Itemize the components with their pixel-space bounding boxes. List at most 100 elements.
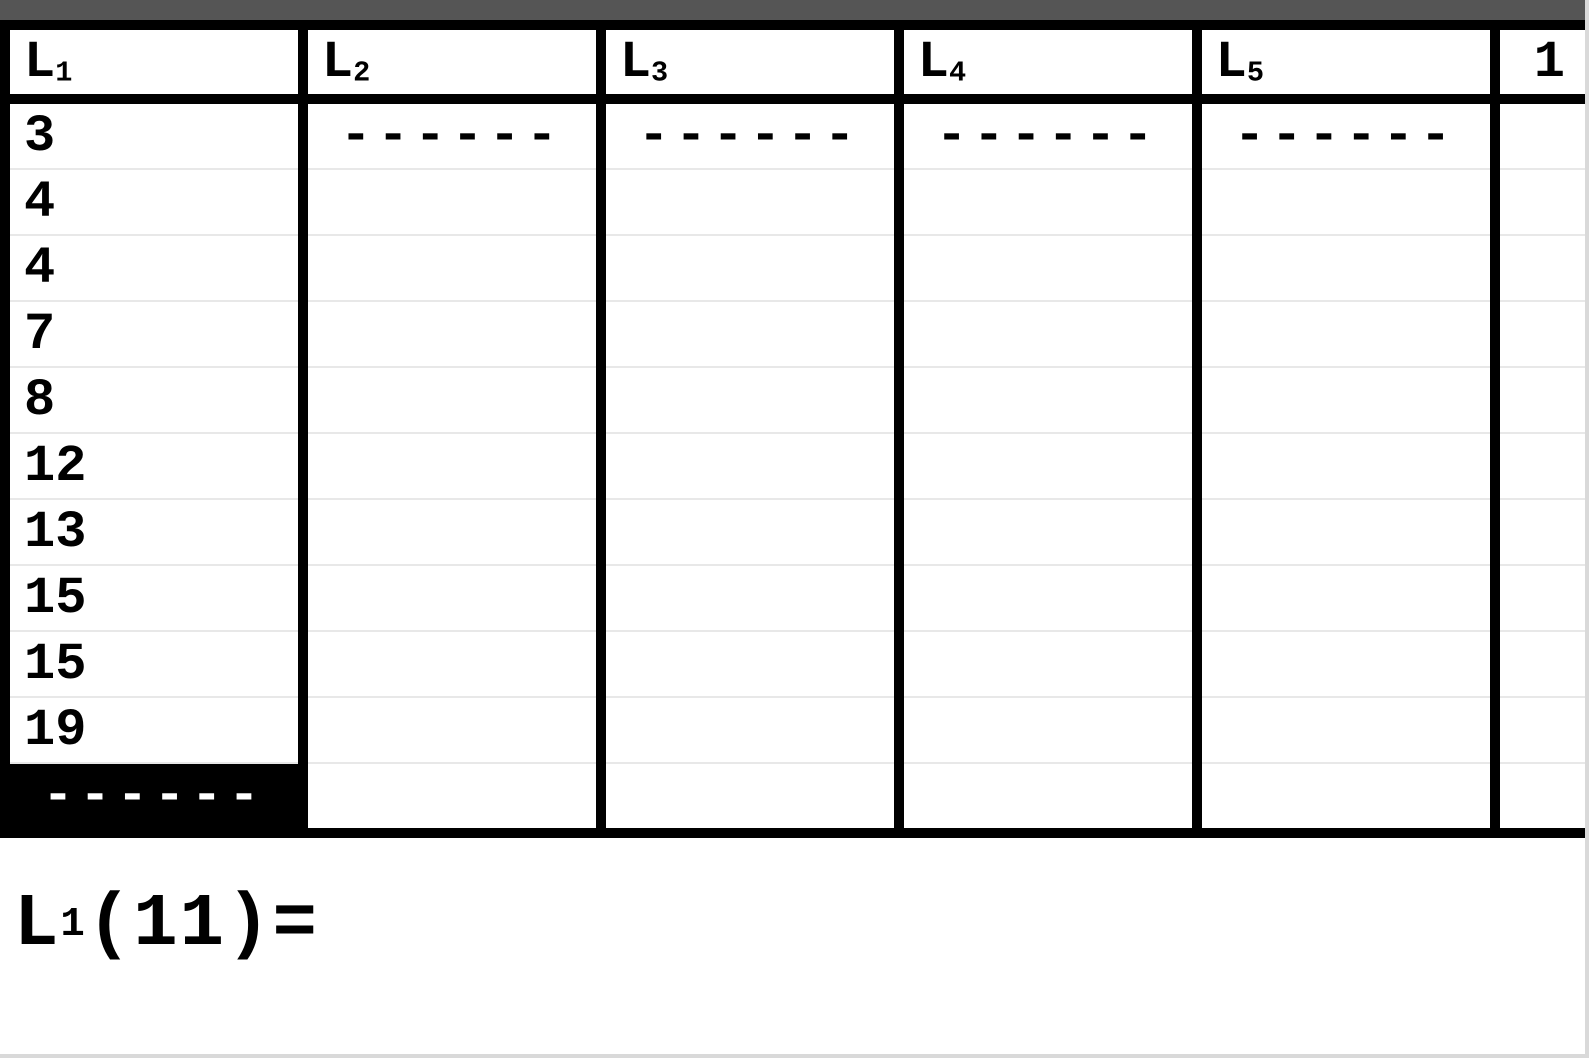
entry-line[interactable]: L1(11)=	[0, 838, 1585, 1054]
list-cell[interactable]	[601, 565, 899, 631]
row-index-cell	[1495, 235, 1585, 301]
row-index-cell	[1495, 169, 1585, 235]
row-index-cell	[1495, 631, 1585, 697]
list-cell[interactable]: ------	[303, 99, 601, 169]
list-cell[interactable]	[303, 433, 601, 499]
list-cell[interactable]	[899, 169, 1197, 235]
list-cell[interactable]	[899, 235, 1197, 301]
row-index-header-value: 1	[1534, 33, 1565, 92]
list-cell[interactable]	[601, 169, 899, 235]
end-of-list-icon: ------	[638, 107, 861, 166]
col-label-sub: 5	[1247, 56, 1266, 89]
list-cell[interactable]: 7	[5, 301, 303, 367]
list-cell[interactable]	[601, 433, 899, 499]
list-cell[interactable]	[1197, 565, 1495, 631]
list-cell[interactable]	[1197, 499, 1495, 565]
row-index-cell	[1495, 367, 1585, 433]
column-header-L1[interactable]: L1	[5, 25, 303, 99]
list-cell[interactable]	[601, 235, 899, 301]
table-row: ------	[5, 763, 1585, 833]
row-index-cell	[1495, 99, 1585, 169]
list-cell[interactable]: 15	[5, 631, 303, 697]
list-cell[interactable]	[601, 499, 899, 565]
list-cell[interactable]	[303, 697, 601, 763]
list-cell[interactable]	[601, 697, 899, 763]
list-cell[interactable]	[899, 565, 1197, 631]
list-cell[interactable]	[1197, 301, 1495, 367]
col-label-main: L	[1216, 33, 1247, 92]
list-cell[interactable]	[303, 301, 601, 367]
list-cell[interactable]: 13	[5, 499, 303, 565]
list-cell[interactable]	[303, 235, 601, 301]
col-label-sub: 4	[949, 56, 968, 89]
list-cell[interactable]	[1197, 235, 1495, 301]
entry-list-sub: 1	[60, 902, 86, 948]
list-cell[interactable]	[303, 367, 601, 433]
list-cell[interactable]	[303, 763, 601, 833]
list-cell[interactable]: ------	[899, 99, 1197, 169]
column-header-row: L1 L2 L3 L4 L5 1	[5, 25, 1585, 99]
column-header-L2[interactable]: L2	[303, 25, 601, 99]
col-label-main: L	[620, 33, 651, 92]
table-row: 12	[5, 433, 1585, 499]
entry-equals: =	[273, 883, 319, 967]
list-cell[interactable]	[303, 565, 601, 631]
list-cell[interactable]	[1197, 169, 1495, 235]
row-index-cell	[1495, 763, 1585, 833]
table-row: 4	[5, 235, 1585, 301]
table-row: 4	[5, 169, 1585, 235]
column-header-L3[interactable]: L3	[601, 25, 899, 99]
list-cell[interactable]: ------	[1197, 99, 1495, 169]
list-cell[interactable]	[303, 499, 601, 565]
list-cell[interactable]: 12	[5, 433, 303, 499]
row-index-header: 1	[1495, 25, 1585, 99]
list-cell[interactable]	[601, 763, 899, 833]
list-cell[interactable]	[899, 631, 1197, 697]
entry-index: 11	[133, 883, 226, 967]
list-cell[interactable]: 3	[5, 99, 303, 169]
list-cell[interactable]	[1197, 763, 1495, 833]
list-cell[interactable]	[601, 631, 899, 697]
list-cell[interactable]	[303, 631, 601, 697]
list-cell[interactable]: ------	[601, 99, 899, 169]
table-row: 15	[5, 565, 1585, 631]
list-cell[interactable]	[899, 697, 1197, 763]
table-row: 19	[5, 697, 1585, 763]
list-cell[interactable]	[1197, 697, 1495, 763]
list-cell[interactable]: 19	[5, 697, 303, 763]
entry-close-paren: )	[226, 883, 272, 967]
table-row: 8	[5, 367, 1585, 433]
list-cell[interactable]	[899, 367, 1197, 433]
list-cell[interactable]	[899, 763, 1197, 833]
list-cell[interactable]: 15	[5, 565, 303, 631]
window-titlebar	[0, 0, 1585, 20]
end-of-list-icon: ------	[936, 107, 1159, 166]
list-cell[interactable]: 4	[5, 235, 303, 301]
list-cell[interactable]	[899, 499, 1197, 565]
list-cell[interactable]	[1197, 631, 1495, 697]
table-row: 13	[5, 499, 1585, 565]
entry-open-paren: (	[87, 883, 133, 967]
column-header-L4[interactable]: L4	[899, 25, 1197, 99]
col-label-sub: 3	[651, 56, 670, 89]
list-cell[interactable]: 4	[5, 169, 303, 235]
column-header-L5[interactable]: L5	[1197, 25, 1495, 99]
list-cell[interactable]	[899, 301, 1197, 367]
list-cell[interactable]	[601, 301, 899, 367]
row-index-cell	[1495, 499, 1585, 565]
col-label-main: L	[24, 33, 55, 92]
table-row: 3------------------------	[5, 99, 1585, 169]
list-cell[interactable]	[601, 367, 899, 433]
list-cell[interactable]	[1197, 367, 1495, 433]
list-cell[interactable]	[899, 433, 1197, 499]
list-table[interactable]: L1 L2 L3 L4 L5 1	[0, 20, 1585, 838]
list-cell[interactable]: 8	[5, 367, 303, 433]
entry-list-main: L	[14, 883, 60, 967]
list-cell[interactable]: ------	[5, 763, 303, 833]
calculator-list-editor: L1 L2 L3 L4 L5 1	[0, 0, 1589, 1058]
list-cell[interactable]	[1197, 433, 1495, 499]
col-label-main: L	[918, 33, 949, 92]
list-cell[interactable]	[303, 169, 601, 235]
col-label-sub: 1	[55, 56, 74, 89]
table-row: 7	[5, 301, 1585, 367]
